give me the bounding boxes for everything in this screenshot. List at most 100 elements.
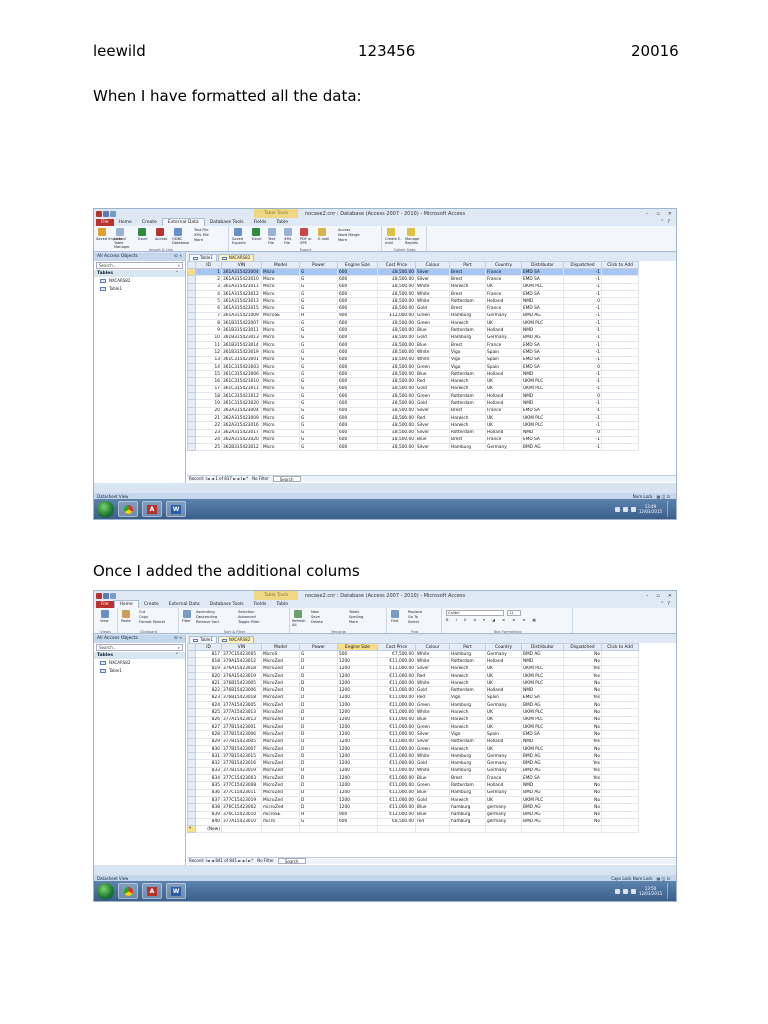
table-cell[interactable]: 0 [563,362,602,372]
table-cell[interactable]: Micro [261,377,300,386]
row-selector[interactable] [187,275,196,284]
text-file-import-button[interactable]: Text File [194,228,208,232]
table-cell[interactable]: Silver [415,267,450,277]
table-cell[interactable]: 835 [195,781,222,790]
font-size-select[interactable]: 11 [507,610,521,616]
table-row[interactable]: 16 361C315423010 Micro G 600 £8,500.00 Red Harw… [187,377,639,386]
clock[interactable]: 13:49 12/03/2015 [639,504,662,514]
table-row[interactable]: 15 361C315423006 Micro G 600 £8,500.00 Blue Rot… [187,370,639,379]
table-cell[interactable]: Gold [415,304,450,313]
table-cell[interactable]: Vigo [449,348,486,357]
table-cell[interactable]: €11,000.00 [377,803,416,812]
tray-icon[interactable] [614,888,620,894]
access-import-button[interactable]: Access [155,237,167,241]
table-cell[interactable]: 377B15423019 [221,766,262,776]
table-cell[interactable]: Blue [415,435,450,445]
table-cell[interactable]: H [299,311,338,321]
table-cell[interactable]: Holland [485,686,522,695]
table-cell[interactable]: No [563,657,602,666]
table-cell[interactable]: UK [485,282,522,291]
table-cell[interactable]: Harwich [449,679,486,688]
table-row[interactable]: 17 361C315423011 Micro G 600 £8,500.00 Gold Har… [187,384,639,394]
table-cell[interactable]: 361A315423004 [221,267,262,277]
column-header[interactable]: Power [299,261,338,269]
table-cell[interactable]: 11 [195,340,222,350]
table-cell[interactable]: MicroZed [261,701,300,710]
table-cell[interactable]: 25 [195,443,222,452]
table-cell[interactable]: BMD AG [521,810,564,819]
table-cell[interactable]: Holland [485,370,522,379]
new-record-button[interactable]: New [311,610,319,614]
table-cell[interactable]: No [563,701,602,710]
table-cell[interactable]: 600 [337,282,378,291]
tab-table[interactable]: Table [271,601,293,608]
table-cell[interactable]: No [563,752,602,761]
table-cell[interactable]: Rotterdam [449,370,486,379]
table-cell[interactable]: D [299,795,338,805]
table-cell[interactable]: 600 [337,326,378,335]
table-row[interactable]: 830 377B15423007 MicroZed D 1200 €11,000.00 Gr… [187,744,639,754]
table-cell[interactable]: 14 [195,362,222,372]
help-icon[interactable]: ? [667,219,670,225]
column-header[interactable]: Port [449,261,486,269]
table-cell[interactable]: Spain [485,693,522,703]
table-cell[interactable]: £8,500.00 [377,282,416,291]
table-row[interactable]: 25 362B315423012 Micro G 600 £8,500.00 Silver H… [187,443,639,452]
table-cell[interactable]: EMD SA [521,267,564,277]
table-row[interactable]: 825 377A15423013 MicroZed D 1200 €11,000.00 Wh… [187,708,639,717]
table-cell[interactable]: 20 [195,406,222,415]
click-to-add-cell[interactable] [601,267,639,277]
table-cell[interactable]: Brest [449,304,486,313]
table-cell[interactable]: White [415,679,450,688]
odbc-database-icon[interactable] [174,228,182,236]
table-cell[interactable]: Harwich [449,377,486,386]
table-cell[interactable]: 377B15423016 [221,759,262,768]
table-cell[interactable]: 377B15423007 [221,744,262,754]
table-cell[interactable]: 600 [337,355,378,364]
table-cell[interactable]: 18 [195,392,222,401]
table-row[interactable]: 817 377C15423005 MicroS G 500 €7,500.00 White H… [187,649,639,659]
table-cell[interactable]: Yes [563,766,602,776]
table-cell[interactable]: D [299,693,338,703]
table-cell[interactable] [415,825,450,834]
table-cell[interactable]: Spain [485,730,522,739]
table-cell[interactable]: G [299,326,338,335]
table-cell[interactable]: 17 [195,384,222,394]
table-cell[interactable]: EMD SA [521,289,564,299]
table-cell[interactable]: NMD [521,428,564,437]
table-cell[interactable]: 377B15423015 [221,752,262,761]
nav-section-tables[interactable]: Tables ⌃ [94,652,185,659]
table-cell[interactable]: -1 [563,443,602,452]
table-cell[interactable]: 22 [195,421,222,430]
table-cell[interactable] [261,825,300,834]
table-cell[interactable]: No [563,744,602,754]
table-cell[interactable]: UK [485,319,522,328]
manage-replies-icon[interactable] [407,228,415,236]
click-to-add-cell[interactable] [601,275,639,284]
table-cell[interactable]: €8,500.00 [377,817,416,827]
table-cell[interactable]: Vigo [449,693,486,703]
table-cell[interactable]: 817 [195,649,222,659]
table-cell[interactable]: France [485,304,522,313]
xml-file-export-button[interactable]: XML File [284,237,298,245]
nav-search-input[interactable]: Search... ⌕ [96,644,183,651]
row-selector[interactable] [187,817,196,827]
table-cell[interactable]: D [299,664,338,673]
table-cell[interactable]: £8,500.00 [377,392,416,401]
table-cell[interactable]: €11,000.00 [377,730,416,739]
table-cell[interactable]: -1 [563,282,602,291]
table-cell[interactable]: 600 [337,370,378,379]
table-cell[interactable]: Harwich [449,671,486,681]
table-cell[interactable]: D [299,671,338,681]
table-cell[interactable]: 1200 [337,679,378,688]
refresh-all-button[interactable]: Refresh All [292,619,306,627]
replace-button[interactable]: Replace [408,610,422,614]
table-cell[interactable]: Gold [415,795,450,805]
table-cell[interactable]: Vigo [449,355,486,364]
click-to-add-cell[interactable] [601,362,639,372]
table-cell[interactable]: Holland [485,428,522,437]
row-selector[interactable] [187,392,196,401]
xml-file-import-button[interactable]: XML File [194,233,209,237]
refresh-icon[interactable] [294,610,302,618]
table-cell[interactable]: EMD SA [521,774,564,783]
